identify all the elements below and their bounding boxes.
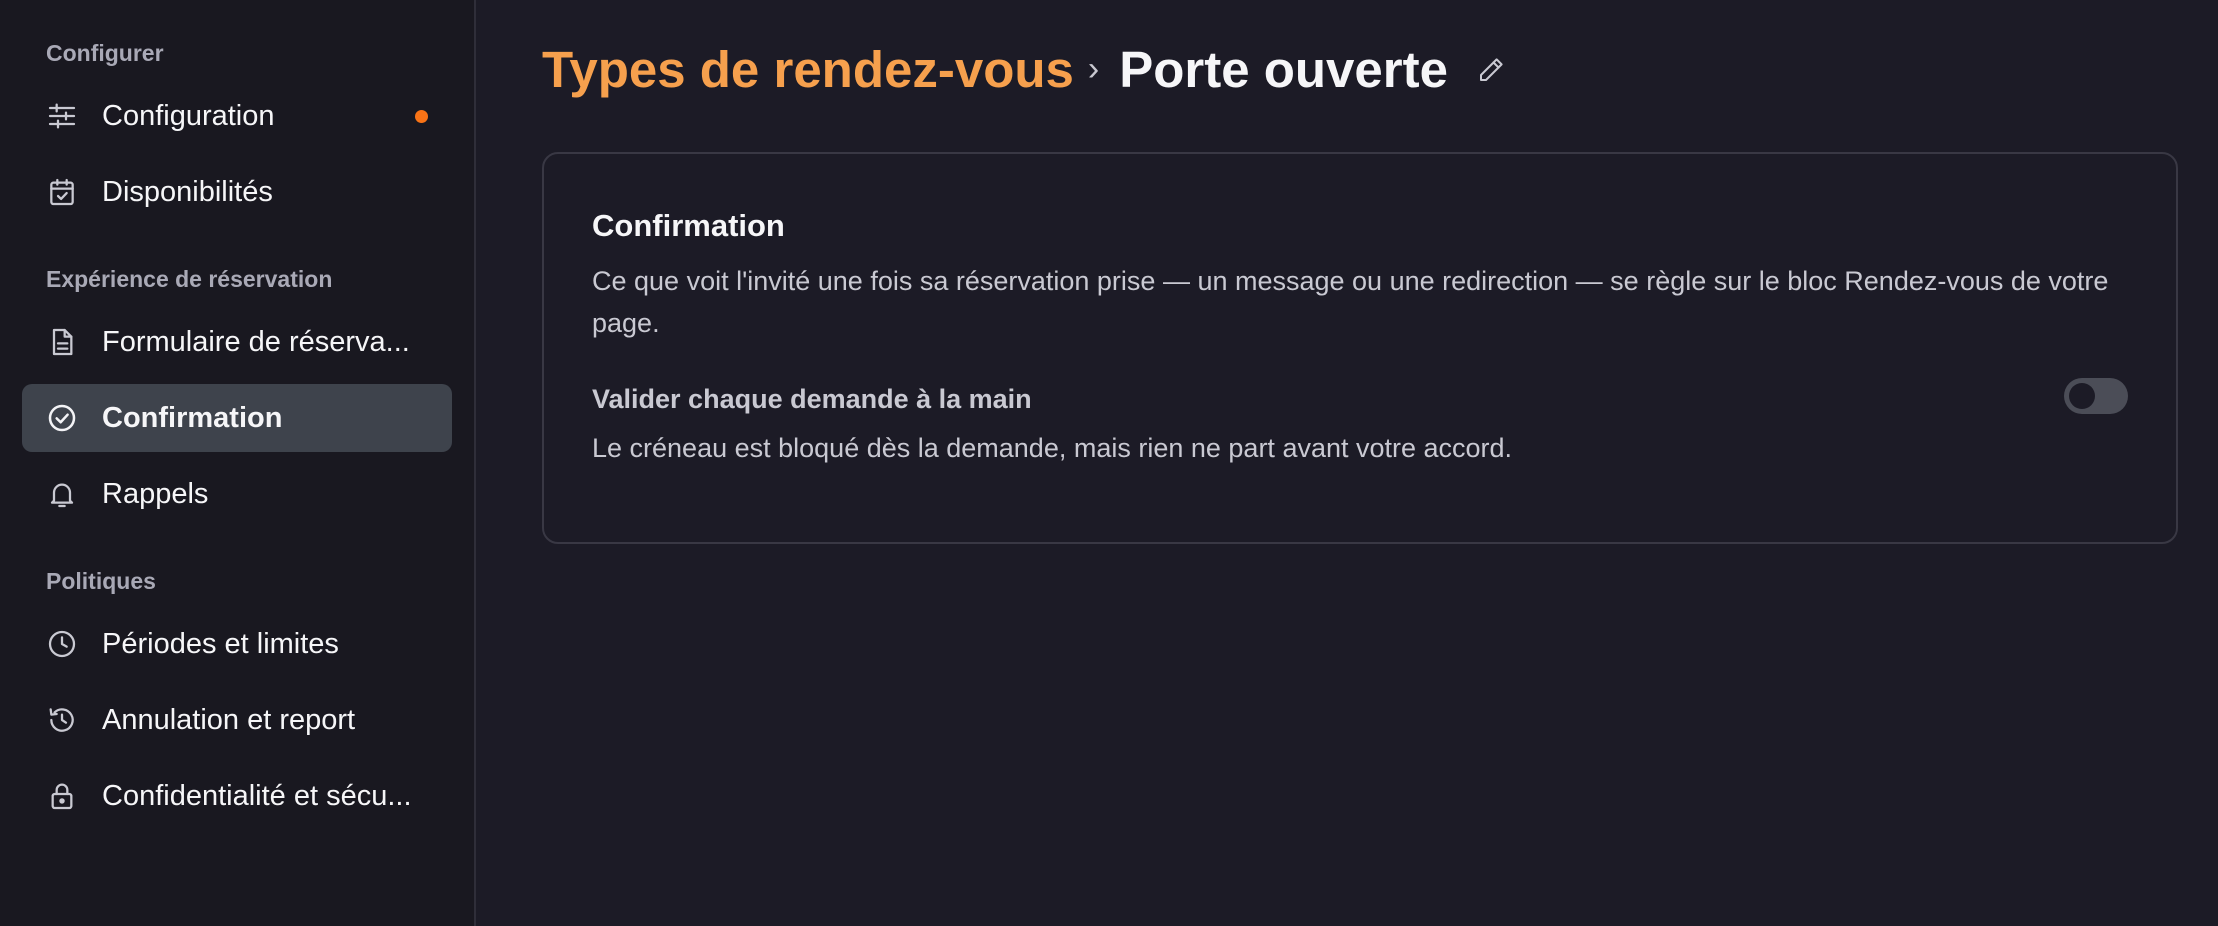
sidebar-item-label: Périodes et limites (102, 627, 339, 660)
lock-icon (46, 780, 78, 812)
manual-validation-toggle[interactable] (2064, 378, 2128, 414)
history-icon (46, 704, 78, 736)
toggle-knob (2069, 383, 2095, 409)
document-icon (46, 326, 78, 358)
page-title: Porte ouverte (1119, 41, 1448, 98)
breadcrumb-separator: › (1087, 50, 1100, 88)
sidebar-item-disponibilites[interactable]: Disponibilités (22, 158, 452, 226)
section-title-configurer: Configurer (46, 40, 164, 66)
sidebar: Configurer Configuration Disponibilités … (0, 0, 476, 926)
clock-icon (46, 628, 78, 660)
calendar-check-icon (46, 176, 78, 208)
setting-title: Valider chaque demande à la main (592, 384, 1032, 414)
main-content: Types de rendez-vous › Porte ouverte Con… (476, 0, 2218, 926)
notification-dot (415, 110, 428, 123)
pencil-icon (1479, 57, 1503, 81)
section-title-experience: Expérience de réservation (46, 266, 333, 292)
edit-title-button[interactable] (1474, 53, 1508, 87)
breadcrumb-parent-link[interactable]: Types de rendez-vous (542, 40, 1074, 99)
nav-group-politiques: Périodes et limites Annulation et report (0, 610, 474, 830)
sidebar-item-label: Annulation et report (102, 703, 356, 736)
confirmation-card: Confirmation Ce que voit l'invité une fo… (542, 152, 2178, 544)
sidebar-item-label: Confirmation (102, 401, 283, 434)
nav-group-experience: Formulaire de réserva... Confirmation Ra… (0, 308, 474, 528)
sidebar-item-periodes[interactable]: Périodes et limites (22, 610, 452, 678)
sidebar-item-label: Disponibilités (102, 175, 273, 208)
sidebar-item-annulation[interactable]: Annulation et report (22, 686, 452, 754)
sidebar-item-label: Rappels (102, 477, 209, 510)
nav-group-configurer: Configuration Disponibilités (0, 82, 474, 226)
card-description: Ce que voit l'invité une fois sa réserva… (592, 266, 2109, 338)
sidebar-item-confidentialite[interactable]: Confidentialité et sécu... (22, 762, 452, 830)
check-circle-icon (46, 402, 78, 434)
setting-description: Le créneau est bloqué dès la demande, ma… (592, 433, 1513, 463)
sliders-icon (46, 100, 78, 132)
sidebar-item-formulaire[interactable]: Formulaire de réserva... (22, 308, 452, 376)
sidebar-item-rappels[interactable]: Rappels (22, 460, 452, 528)
app-window: Configurer Configuration Disponibilités … (0, 0, 2218, 926)
manual-validation-setting: Valider chaque demande à la main Le crén… (592, 378, 2128, 464)
section-title-politiques: Politiques (46, 568, 156, 594)
card-title: Confirmation (592, 208, 785, 243)
sidebar-item-label: Formulaire de réserva... (102, 325, 410, 358)
sidebar-item-confirmation[interactable]: Confirmation (22, 384, 452, 452)
bell-icon (46, 478, 78, 510)
breadcrumb: Types de rendez-vous › Porte ouverte (542, 40, 2178, 99)
sidebar-item-label: Configuration (102, 99, 275, 132)
sidebar-item-label: Confidentialité et sécu... (102, 779, 412, 812)
sidebar-item-configuration[interactable]: Configuration (22, 82, 452, 150)
